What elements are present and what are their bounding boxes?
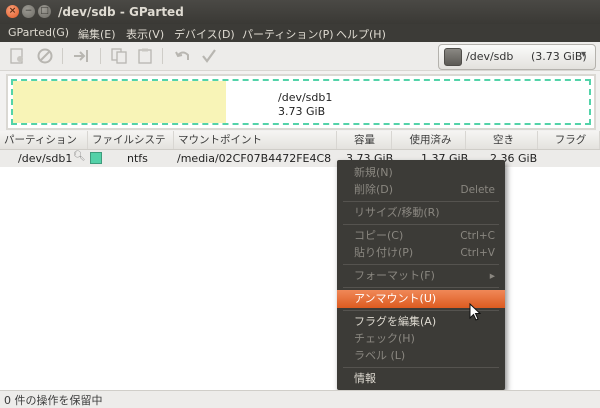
undo-icon[interactable] xyxy=(174,47,192,65)
mounted-key-icon: 🔍︎ xyxy=(73,151,86,162)
menu-separator xyxy=(343,264,499,265)
partition-table: パーティション ファイルシステム マウントポイント 容量 使用済み 空き フラグ… xyxy=(0,131,600,390)
copy-icon[interactable] xyxy=(110,47,128,65)
col-flags[interactable]: フラグ xyxy=(538,131,600,149)
menu-item-delete[interactable]: 削除(D) Delete xyxy=(337,181,505,199)
col-partition[interactable]: パーティション xyxy=(0,131,88,149)
menu-bar: GParted(G) 編集(E) 表示(V) デバイス(D) パーティション(P… xyxy=(0,24,600,42)
maximize-window-button[interactable]: □ xyxy=(38,5,51,18)
filesystem-cell: ntfs xyxy=(127,152,148,165)
col-unused[interactable]: 空き xyxy=(466,131,538,149)
menu-separator xyxy=(343,201,499,202)
col-size[interactable]: 容量 xyxy=(337,131,392,149)
partition-cell: /dev/sdb1 xyxy=(18,152,73,165)
status-bar: 0 件の操作を保留中 xyxy=(0,390,600,408)
menu-item-information[interactable]: 情報 xyxy=(337,370,505,388)
menu-item-resize-move[interactable]: リサイズ/移動(R) xyxy=(337,204,505,222)
delete-accelerator: Delete xyxy=(460,184,496,196)
menu-partition[interactable]: パーティション(P) xyxy=(242,26,334,42)
menu-view[interactable]: 表示(V) xyxy=(126,26,164,42)
partition-block-name: /dev/sdb1 xyxy=(278,91,333,104)
toolbar-separator xyxy=(62,48,63,64)
table-header: パーティション ファイルシステム マウントポイント 容量 使用済み 空き フラグ xyxy=(0,131,600,164)
menu-separator xyxy=(343,224,499,225)
new-icon[interactable] xyxy=(8,47,26,65)
menu-item-check[interactable]: チェック(H) xyxy=(337,330,505,348)
menu-device[interactable]: デバイス(D) xyxy=(174,26,235,42)
window-title: /dev/sdb - GParted xyxy=(58,5,184,19)
mouse-pointer-icon xyxy=(469,303,481,321)
col-filesystem[interactable]: ファイルシステム xyxy=(88,131,174,164)
partition-block[interactable]: /dev/sdb1 3.73 GiB xyxy=(11,79,591,125)
dropdown-arrow-icon: ▾ xyxy=(581,49,587,60)
menu-help[interactable]: ヘルプ(H) xyxy=(336,26,386,42)
used-space-fill xyxy=(13,81,227,123)
menu-separator xyxy=(343,367,499,368)
disk-graph: /dev/sdb1 3.73 GiB xyxy=(6,74,596,130)
partition-block-size: 3.73 GiB xyxy=(278,105,326,118)
col-mountpoint[interactable]: マウントポイント xyxy=(174,131,337,149)
col-used[interactable]: 使用済み xyxy=(392,131,466,149)
title-bar: × − □ /dev/sdb - GParted xyxy=(0,0,600,24)
device-selector[interactable]: /dev/sdb (3.73 GiB) ▾ xyxy=(438,44,596,70)
menu-item-copy[interactable]: コピー(C) Ctrl+C xyxy=(337,227,505,245)
filesystem-color-swatch xyxy=(90,152,102,164)
device-size: (3.73 GiB) xyxy=(531,50,587,63)
menu-gparted[interactable]: GParted(G) xyxy=(8,26,69,39)
table-row[interactable]: /dev/sdb1 🔍︎ ntfs /media/02CF07B4472FE4C… xyxy=(0,150,600,167)
pending-operations-text: 0 件の操作を保留中 xyxy=(4,394,103,407)
mountpoint-cell: /media/02CF07B4472FE4C8 xyxy=(177,152,332,165)
menu-item-format[interactable]: フォーマット(F) ▸ xyxy=(337,267,505,285)
paste-accelerator: Ctrl+V xyxy=(460,247,495,259)
toolbar-separator xyxy=(162,48,163,64)
menu-item-label[interactable]: ラベル (L) xyxy=(337,347,505,365)
resize-move-icon[interactable] xyxy=(72,47,90,65)
menu-item-new[interactable]: 新規(N) xyxy=(337,164,505,182)
menu-edit[interactable]: 編集(E) xyxy=(78,26,116,42)
apply-icon[interactable] xyxy=(200,47,218,65)
minimize-window-button[interactable]: − xyxy=(22,5,35,18)
partition-context-menu: 新規(N) 削除(D) Delete リサイズ/移動(R) コピー(C) Ctrl+… xyxy=(337,160,505,390)
device-name: /dev/sdb xyxy=(466,50,514,63)
menu-item-paste[interactable]: 貼り付け(P) Ctrl+V xyxy=(337,244,505,262)
toolbar-separator xyxy=(100,48,101,64)
submenu-arrow-icon: ▸ xyxy=(489,270,495,282)
close-window-button[interactable]: × xyxy=(6,5,19,18)
harddisk-icon xyxy=(444,48,462,66)
menu-separator xyxy=(343,287,499,288)
paste-icon[interactable] xyxy=(136,47,154,65)
copy-accelerator: Ctrl+C xyxy=(460,230,495,242)
delete-icon[interactable] xyxy=(36,47,54,65)
